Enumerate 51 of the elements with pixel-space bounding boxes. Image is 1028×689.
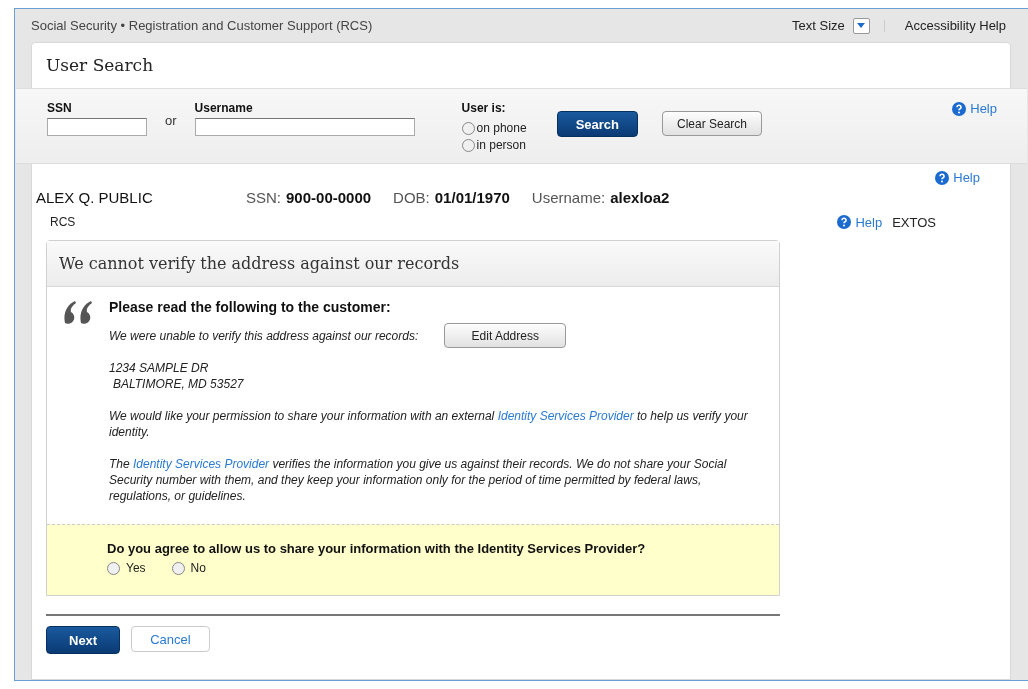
instruction-heading: Please read the following to the customer: xyxy=(109,299,392,315)
next-button[interactable]: Next xyxy=(46,626,121,654)
username-field[interactable] xyxy=(194,118,415,136)
ssn-field[interactable] xyxy=(47,118,147,136)
username-label: Username: xyxy=(531,188,606,206)
dropdown-button[interactable] xyxy=(852,17,870,34)
user-is-label: User is: xyxy=(461,101,507,115)
help-link[interactable]: Help xyxy=(935,170,980,185)
disclosure-paragraph: The Identity Services Provider verifies the information you give us against their records. We do not share your Social Security number with them, and they keep your information only for the period of time permitted by federal laws, regulations, or guidelines. xyxy=(109,456,728,504)
or-label: or xyxy=(165,113,177,128)
radio-label: in person xyxy=(476,138,526,152)
breadcrumb: RCS xyxy=(50,215,76,229)
radio-button[interactable] xyxy=(461,121,475,135)
help-link[interactable]: Help xyxy=(952,101,997,116)
clear-search-button[interactable]: Clear Search xyxy=(662,111,763,136)
radio-button[interactable] xyxy=(171,561,185,575)
panel-title: We cannot verify the address against our records xyxy=(47,241,779,287)
page-title: User Search xyxy=(45,54,155,77)
caret-icon xyxy=(857,23,866,28)
username-label: Username xyxy=(194,101,254,115)
site-title: Social Security • Registration and Customer Support (RCS) xyxy=(31,18,374,33)
consent-question: Do you agree to allow us to share your information with the Identity Services Provider? xyxy=(107,541,647,556)
radio-label: on phone xyxy=(476,121,527,135)
ssn-label: SSN xyxy=(47,101,73,115)
customer-name: ALEX Q. PUBLIC xyxy=(36,188,154,206)
dob-value: 01/01/1970 xyxy=(434,188,510,206)
username-value: alexloa2 xyxy=(610,188,670,206)
help-icon xyxy=(935,170,950,185)
identity-provider-link[interactable]: Identity Services Provider xyxy=(497,409,634,423)
address-line: BALTIMORE, MD 53527 xyxy=(112,376,245,392)
radio-label: Yes xyxy=(126,561,146,575)
disclosure-paragraph: We would like your permission to share your information with an external Identity Services Provider to help us verify your identity. xyxy=(109,408,749,440)
radio-button[interactable] xyxy=(107,561,120,575)
help-icon xyxy=(952,101,967,116)
quote-icon xyxy=(63,299,95,325)
extos-label: EXTOS xyxy=(892,214,936,230)
edit-address-button[interactable]: Edit Address xyxy=(444,323,567,348)
unable-text: We were unable to verify this address against our records: xyxy=(109,327,419,344)
search-button[interactable]: Search xyxy=(556,111,638,137)
identity-provider-link[interactable]: Identity Services Provider xyxy=(133,457,270,471)
ssn-value: 900-00-0000 xyxy=(286,188,372,206)
cancel-button[interactable]: Cancel xyxy=(131,626,210,652)
ssn-label: SSN: xyxy=(246,188,281,206)
dob-label: DOB: xyxy=(393,188,430,206)
accessibility-link[interactable]: Accessibility Help xyxy=(904,18,1006,33)
radio-label: No xyxy=(190,561,206,575)
radio-button[interactable] xyxy=(461,138,475,152)
address-line: 1234 SAMPLE DR xyxy=(109,360,210,376)
help-link[interactable]: Help xyxy=(837,214,883,230)
text-size-label: Text Size xyxy=(792,18,845,33)
help-icon xyxy=(837,215,852,229)
